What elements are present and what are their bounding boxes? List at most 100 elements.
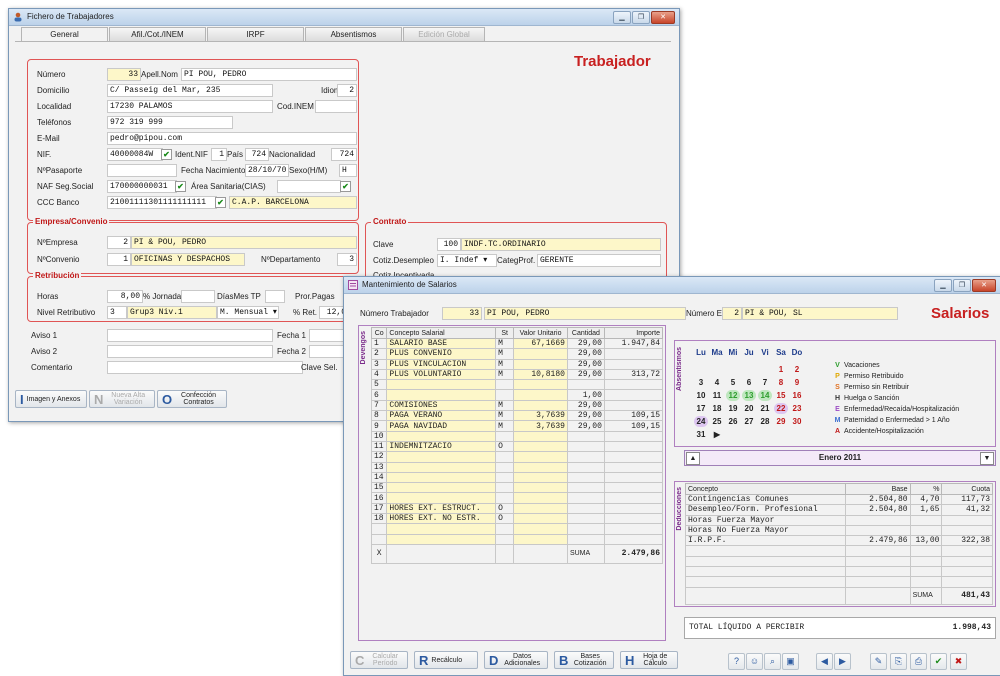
ccc-banco-field[interactable]: 21001111301111111111: [107, 196, 217, 209]
row-concepto[interactable]: HORES EXT. ESTRUCT.: [386, 502, 497, 515]
row-code[interactable]: [370, 523, 388, 535]
row-code[interactable]: 11: [370, 440, 388, 453]
row-concepto[interactable]: [386, 523, 497, 535]
month-next-button[interactable]: ▼: [980, 452, 994, 465]
ded-cuota[interactable]: [941, 545, 993, 557]
table-row[interactable]: 12: [370, 451, 664, 463]
deduction-row[interactable]: Contingencias Comunes 2.504,80 4,70 117,73: [685, 493, 993, 506]
row-cantidad[interactable]: 29,00: [566, 337, 605, 350]
row-st[interactable]: O: [495, 513, 515, 525]
idioma-field[interactable]: 2: [337, 84, 357, 97]
ded-base[interactable]: [844, 524, 911, 537]
calendar-day[interactable]: 26: [726, 416, 740, 427]
n-convenio-field[interactable]: 1: [107, 253, 131, 266]
row-st[interactable]: M: [495, 399, 515, 412]
ded-cuota[interactable]: [941, 566, 993, 578]
table-row[interactable]: 10: [370, 430, 664, 442]
row-code[interactable]: 8: [370, 410, 388, 422]
row-code[interactable]: 17: [370, 502, 388, 515]
table-row[interactable]: 5: [370, 379, 664, 391]
row-st[interactable]: [495, 451, 515, 463]
ded-concepto[interactable]: [685, 545, 846, 557]
row-valor[interactable]: [513, 389, 568, 401]
calendar-day[interactable]: 31: [694, 429, 708, 440]
col-ded-concepto[interactable]: Concepto: [685, 483, 846, 495]
calendar-day[interactable]: 15: [774, 390, 788, 401]
row-valor[interactable]: [513, 513, 568, 525]
row-importe[interactable]: [603, 492, 664, 504]
localidad-field[interactable]: 17230 PALAMOS: [107, 100, 273, 113]
minimize-button[interactable]: ▁: [613, 11, 631, 24]
calendar-day[interactable]: 25: [710, 416, 724, 427]
row-concepto[interactable]: PLUS VINCULACION: [386, 358, 497, 370]
table-row[interactable]: 13: [370, 461, 664, 473]
month-prev-button[interactable]: ▲: [686, 452, 700, 465]
row-valor[interactable]: 67,1669: [513, 337, 568, 350]
row-concepto[interactable]: [386, 379, 497, 391]
row-code[interactable]: 7: [370, 399, 388, 412]
pais-field[interactable]: 724: [245, 148, 269, 161]
row-importe[interactable]: [603, 461, 664, 473]
title-bar[interactable]: Fichero de Trabajadores ▁ ❐ ✕: [9, 9, 679, 26]
ded-cuota[interactable]: [941, 524, 993, 537]
telefonos-field[interactable]: 972 319 999: [107, 116, 233, 129]
calendar-day[interactable]: 2: [790, 364, 804, 375]
row-cantidad[interactable]: [566, 430, 605, 442]
row-importe[interactable]: [603, 399, 664, 412]
edit-icon[interactable]: ✎: [870, 653, 887, 670]
row-concepto[interactable]: [386, 471, 497, 484]
row-valor[interactable]: [513, 492, 568, 504]
exit-icon[interactable]: ✖: [950, 653, 967, 670]
ded-cuota[interactable]: 41,32: [941, 504, 993, 516]
row-cantidad[interactable]: [566, 379, 605, 391]
col-ded-base[interactable]: Base: [844, 483, 911, 495]
row-code[interactable]: 13: [370, 461, 388, 473]
table-row[interactable]: 14: [370, 471, 664, 484]
col-importe[interactable]: Importe: [603, 327, 664, 339]
row-cantidad[interactable]: 29,00: [566, 358, 605, 370]
row-concepto[interactable]: INDEMNITZACIO: [386, 440, 497, 453]
row-concepto[interactable]: COMISIONES: [386, 399, 497, 412]
table-row[interactable]: 17 HORES EXT. ESTRUCT. O: [370, 502, 664, 515]
row-code[interactable]: 16: [370, 492, 388, 504]
accept-icon[interactable]: ✔: [930, 653, 947, 670]
ded-pct[interactable]: [909, 524, 943, 537]
maximize-button[interactable]: ❐: [632, 11, 650, 24]
table-row[interactable]: 4 PLUS VOLUNTARIO M 10,8180 29,00 313,72: [370, 368, 664, 381]
calendar-day[interactable]: 9: [790, 377, 804, 388]
row-cantidad[interactable]: [566, 471, 605, 484]
next-icon[interactable]: ▶: [834, 653, 851, 670]
row-valor[interactable]: [513, 399, 568, 412]
ded-cuota[interactable]: 117,73: [941, 493, 993, 506]
row-cantidad[interactable]: [566, 502, 605, 515]
print-icon[interactable]: ⎙: [910, 653, 927, 670]
table-row[interactable]: 18 HORES EXT. NO ESTR. O: [370, 513, 664, 525]
ded-pct[interactable]: 1,65: [909, 504, 943, 516]
ident-nif-field[interactable]: 1: [211, 148, 227, 161]
calendar-day[interactable]: 8: [774, 377, 788, 388]
calendar-day[interactable]: 29: [774, 416, 788, 427]
deduction-row[interactable]: I.R.P.F. 2.479,86 13,00 322,38: [685, 535, 993, 547]
ded-concepto[interactable]: Desempleo/Form. Profesional: [685, 504, 846, 516]
row-valor[interactable]: [513, 523, 568, 535]
nif-field[interactable]: 40000084W: [107, 148, 163, 161]
row-st[interactable]: M: [495, 337, 515, 350]
ded-base[interactable]: [844, 555, 911, 568]
action-button[interactable]: D Datos Adicionales: [484, 651, 548, 669]
row-code[interactable]: 2: [370, 348, 388, 360]
row-code[interactable]: 9: [370, 420, 388, 432]
ded-base[interactable]: 2.479,86: [844, 535, 911, 547]
ded-cuota[interactable]: [941, 576, 993, 588]
row-st[interactable]: [495, 471, 515, 484]
calendar-day[interactable]: 7: [758, 377, 772, 388]
row-cantidad[interactable]: [566, 451, 605, 463]
col-ded-cuota[interactable]: Cuota: [941, 483, 993, 495]
row-importe[interactable]: [603, 430, 664, 442]
email-field[interactable]: pedro@pipou.com: [107, 132, 357, 145]
deduction-row[interactable]: Horas Fuerza Mayor: [685, 514, 993, 526]
action-button[interactable]: B Bases Cotización: [554, 651, 614, 669]
row-valor[interactable]: [513, 461, 568, 473]
table-row[interactable]: 6 1,00: [370, 389, 664, 401]
row-cantidad[interactable]: [566, 492, 605, 504]
table-row[interactable]: 2 PLUS CONVENIO M 29,00: [370, 348, 664, 360]
